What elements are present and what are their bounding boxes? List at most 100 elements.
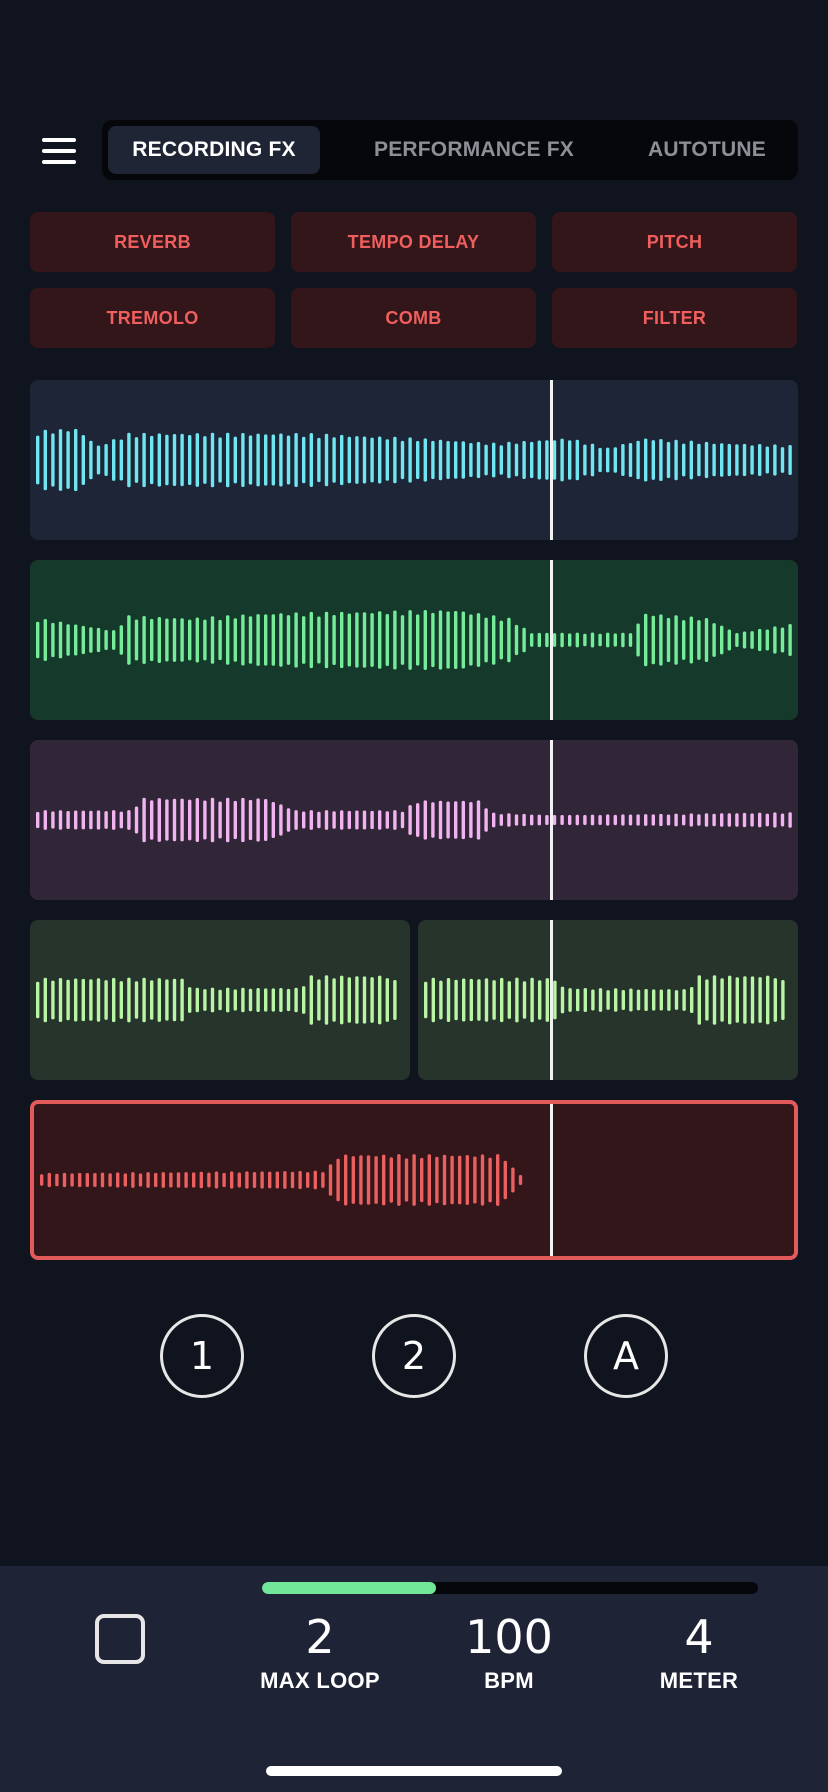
waveform-bar	[389, 1157, 393, 1203]
waveform-bar	[119, 439, 123, 481]
waveform-bar	[154, 1172, 158, 1188]
waveform-bar	[233, 989, 237, 1011]
waveform-bar	[188, 619, 192, 661]
waveform-bar	[613, 633, 617, 647]
loop-a-button[interactable]: A	[584, 1314, 668, 1398]
waveform-bar	[290, 1171, 295, 1189]
tempo-delay-button[interactable]: TEMPO DELAY	[291, 212, 536, 272]
tremolo-button[interactable]: TREMOLO	[30, 288, 275, 348]
track-3-waveform[interactable]	[30, 740, 798, 900]
waveform-bar	[697, 620, 701, 660]
waveform-bar	[503, 1160, 507, 1200]
waveform-bar	[560, 815, 564, 825]
loop-progress-fill	[262, 1582, 436, 1594]
waveform-bar	[279, 987, 283, 1013]
waveform-bar	[742, 812, 747, 828]
waveform-bar	[248, 988, 253, 1012]
loop-2-button[interactable]: 2	[372, 1314, 456, 1398]
waveform-bar	[199, 1171, 203, 1189]
waveform-bar	[606, 447, 610, 473]
waveform-bar	[172, 798, 177, 842]
waveform-bar	[218, 619, 222, 661]
track-4b-waveform[interactable]	[418, 920, 798, 1080]
waveform-bar	[89, 440, 93, 480]
waveform-bar	[621, 989, 625, 1011]
waveform-bar	[644, 438, 648, 482]
tab-performance-fx[interactable]: PERFORMANCE FX	[328, 126, 620, 174]
waveform-bar	[765, 629, 769, 651]
waveform-bar	[397, 1154, 401, 1206]
loop-1-button[interactable]: 1	[160, 1314, 244, 1398]
waveform-bar	[765, 813, 769, 827]
waveform-bar	[366, 1155, 371, 1205]
waveform-bar	[138, 1173, 143, 1187]
meter-control[interactable]: 4 METER	[614, 1610, 784, 1694]
waveform-bar	[81, 434, 85, 486]
waveform-bar	[385, 978, 389, 1022]
waveform-bar	[344, 1154, 348, 1206]
waveform-bar	[85, 1172, 89, 1188]
waveform-bar	[545, 978, 549, 1022]
waveform-bar	[476, 613, 481, 667]
track-2-waveform[interactable]	[30, 560, 798, 720]
waveform-bar	[484, 808, 488, 832]
waveform-bar	[454, 801, 458, 839]
waveform-bar	[43, 977, 47, 1023]
waveform-bar	[458, 1155, 462, 1205]
waveform-bar	[728, 975, 732, 1025]
stop-icon[interactable]	[95, 1614, 145, 1664]
waveform-bar	[408, 805, 412, 835]
waveform-bar	[674, 990, 679, 1010]
waveform-bar	[150, 618, 154, 662]
waveform-bar	[431, 440, 435, 480]
waveform-bar	[195, 798, 199, 842]
waveform-bar	[492, 812, 496, 828]
waveform-bar	[279, 804, 283, 836]
menu-icon[interactable]	[42, 138, 76, 164]
filter-button[interactable]: FILTER	[552, 288, 797, 348]
waveform-bar	[55, 1173, 59, 1187]
waveform-bar	[184, 1172, 188, 1188]
waveform-bar	[226, 432, 230, 488]
waveform-bar	[477, 979, 481, 1021]
waveform-bar	[233, 436, 237, 484]
waveform-bar	[58, 810, 63, 830]
track-4a-waveform[interactable]	[30, 920, 410, 1080]
waveform-bar	[568, 633, 572, 647]
waveform-bar	[674, 615, 678, 665]
waveform-bar	[515, 977, 519, 1023]
waveform-bar	[70, 1173, 74, 1187]
comb-button[interactable]: COMB	[291, 288, 536, 348]
waveform-bar	[195, 617, 199, 663]
waveform-bar	[134, 806, 139, 834]
waveform-bar	[66, 979, 70, 1021]
bpm-control[interactable]: 100 BPM	[424, 1610, 594, 1694]
waveform-bar	[469, 978, 473, 1022]
tab-recording-fx[interactable]: RECORDING FX	[108, 126, 320, 174]
waveform-bar	[248, 799, 253, 841]
waveform-bar	[469, 442, 473, 478]
waveform-bar	[446, 977, 451, 1023]
waveform-bar	[230, 1171, 234, 1189]
waveform-bar	[374, 1156, 378, 1204]
max-loop-control[interactable]: 2 MAX LOOP	[235, 1610, 405, 1694]
waveform-bar	[689, 813, 693, 827]
tab-autotune[interactable]: AUTOTUNE	[622, 126, 792, 174]
waveform-bar	[188, 435, 192, 485]
waveform-bar	[340, 975, 344, 1025]
waveform-bar	[636, 989, 641, 1011]
waveform-bar	[336, 1158, 340, 1202]
waveform-bar	[750, 813, 754, 827]
waveform-bar	[758, 628, 762, 652]
waveform-bar	[134, 981, 139, 1019]
waveform-bar	[226, 615, 230, 665]
pitch-button[interactable]: PITCH	[552, 212, 797, 272]
waveform-bar	[507, 441, 511, 479]
track-1-waveform[interactable]	[30, 380, 798, 540]
waveform-bar	[43, 429, 47, 491]
track-5-waveform-selected[interactable]	[30, 1100, 798, 1260]
meter-value: 4	[684, 1610, 714, 1664]
reverb-button[interactable]: REVERB	[30, 212, 275, 272]
waveform-bar	[712, 623, 716, 657]
waveform-bar	[385, 614, 389, 666]
